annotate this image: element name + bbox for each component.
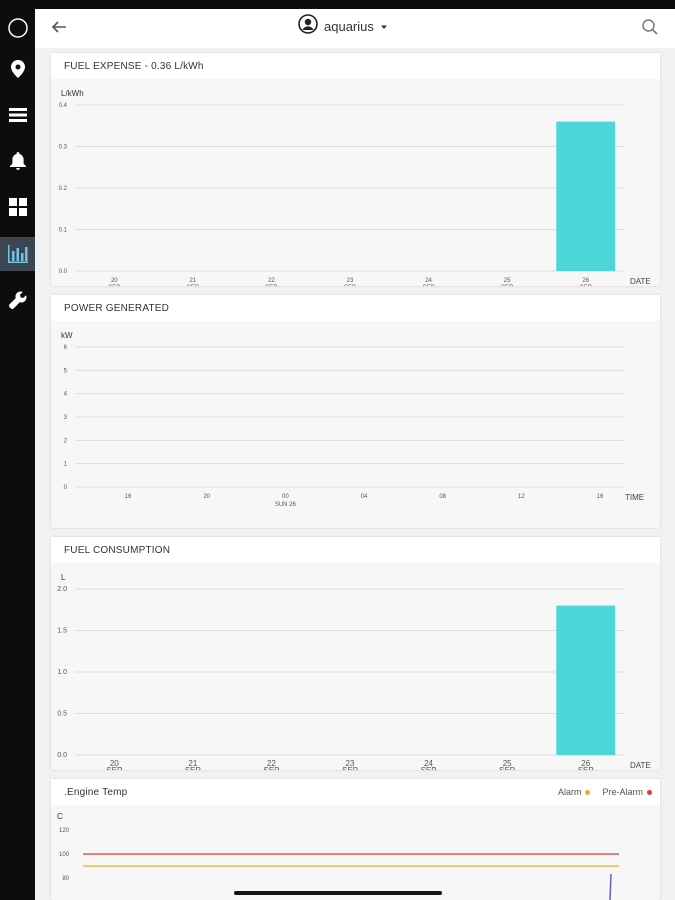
fuel-expense-chart: L/kWh0.00.10.20.30.420SEP21SEP22SEP23SEP… xyxy=(59,89,651,286)
fuel-consumption-title: FUEL CONSUMPTION xyxy=(51,537,660,563)
engine-temp-ytick: 80 xyxy=(62,876,69,882)
user-avatar-icon xyxy=(298,13,318,39)
bell-icon[interactable] xyxy=(0,144,35,178)
engine-temp-series-line xyxy=(609,873,612,900)
engine-temp-chart: C 80 100 120 xyxy=(57,812,619,900)
fuel-consumption-xtick-month: SEP xyxy=(342,766,358,770)
fuel-consumption-xtick-month: SEP xyxy=(578,766,594,770)
power-ytick: 5 xyxy=(64,368,68,374)
fuel-expense-card: FUEL EXPENSE - 0.36 L/kWh L/kWh 0.0 0.1 0.2… xyxy=(51,53,660,286)
engine-temp-card: .Engine Temp Alarm Pre-Alarm C 80 100 120 xyxy=(51,779,660,900)
fuel-expense-ytick: 0.4 xyxy=(59,103,68,109)
fuel-consumption-ytick: 1.0 xyxy=(57,669,67,676)
fuel-expense-xtick-month: SEP xyxy=(108,285,120,286)
fuel-expense-ytick: 0.3 xyxy=(59,145,68,151)
user-name: aquarius xyxy=(324,18,374,34)
power-xtick: 00 xyxy=(282,494,289,500)
sidebar xyxy=(0,0,35,900)
fuel-consumption-ytick: 2.0 xyxy=(57,586,67,593)
fuel-consumption-ytick: 1.5 xyxy=(57,628,67,635)
fuel-expense-xtick-day: 26 xyxy=(582,278,589,284)
logo-circle-icon[interactable] xyxy=(0,11,35,45)
fuel-consumption-xtick-month: SEP xyxy=(421,766,437,770)
power-xtick: 16 xyxy=(597,494,604,500)
home-indicator xyxy=(234,891,442,895)
fuel-consumption-card: FUEL CONSUMPTION L0.00.51.01.52.020SEP21… xyxy=(51,537,660,770)
power-xtick-sub: SUN 26 xyxy=(275,502,297,508)
fuel-expense-xtick-day: 22 xyxy=(268,278,275,284)
fuel-expense-xtick-month: SEP xyxy=(580,285,592,286)
power-ytick: 3 xyxy=(64,415,68,421)
fuel-expense-xtick-day: 21 xyxy=(190,278,197,284)
engine-temp-legend: Alarm Pre-Alarm xyxy=(558,787,652,797)
fuel-consumption-xlabel: DATE xyxy=(630,761,651,770)
fuel-expense-xtick-day: 24 xyxy=(425,278,432,284)
power-xtick: 16 xyxy=(125,494,132,500)
fuel-expense-ytick: 0.2 xyxy=(59,186,68,192)
fuel-expense-xtick-month: SEP xyxy=(344,285,356,286)
fuel-consumption-ytick: 0.0 xyxy=(57,752,67,759)
power-ytick: 6 xyxy=(64,345,68,351)
power-generated-chart: kW012345616 20 00SUN 2604 08 12 16 TIME xyxy=(61,331,644,508)
power-xtick: 08 xyxy=(439,494,446,500)
fuel-consumption-xtick-month: SEP xyxy=(106,766,122,770)
app-root: aquarius FUEL EXPENSE - 0.36 L/kWh L/kWh… xyxy=(0,0,675,900)
fuel-expense-bar xyxy=(556,121,616,271)
fuel-expense-ytick: 0.0 xyxy=(59,269,68,275)
power-xtick: 12 xyxy=(518,494,525,500)
caret-down-icon xyxy=(380,17,388,35)
power-ytick: 2 xyxy=(64,438,68,444)
fuel-consumption-xtick-month: SEP xyxy=(263,766,279,770)
fuel-expense-title: FUEL EXPENSE - 0.36 L/kWh xyxy=(51,53,660,79)
engine-temp-ytick: 120 xyxy=(59,828,70,834)
fuel-expense-xtick-day: 25 xyxy=(504,278,511,284)
fuel-expense-xtick-month: SEP xyxy=(423,285,435,286)
fuel-consumption-ylabel: L xyxy=(61,573,66,582)
legend-prealarm-label: Pre-Alarm xyxy=(602,787,643,797)
fuel-consumption-ytick: 0.5 xyxy=(57,711,67,718)
fuel-consumption-xtick-month: SEP xyxy=(185,766,201,770)
fuel-expense-xtick-month: SEP xyxy=(501,285,513,286)
power-xlabel: TIME xyxy=(625,493,644,502)
power-ylabel: kW xyxy=(61,331,73,340)
power-ytick: 0 xyxy=(64,485,68,491)
power-xtick: 20 xyxy=(203,494,210,500)
fuel-expense-xlabel: DATE xyxy=(630,277,651,286)
wrench-icon[interactable] xyxy=(0,283,35,317)
user-selector[interactable]: aquarius xyxy=(298,13,388,39)
fuel-expense-xtick-month: SEP xyxy=(265,285,277,286)
power-generated-title: POWER GENERATED xyxy=(51,295,660,321)
engine-temp-ytick: 100 xyxy=(59,852,70,858)
top-bar: aquarius xyxy=(35,0,675,48)
legend-prealarm-dot xyxy=(647,789,652,795)
list-icon[interactable] xyxy=(0,98,35,132)
search-icon[interactable] xyxy=(638,15,662,39)
bar-chart-icon[interactable] xyxy=(0,237,35,271)
back-arrow-icon[interactable] xyxy=(47,15,71,39)
power-generated-card: POWER GENERATED kW 0 1 2 3 4 5 6 16 20 00 SUN 26 04 0… xyxy=(51,295,660,528)
fuel-expense-xtick-day: 23 xyxy=(347,278,354,284)
fuel-expense-ylabel: L/kWh xyxy=(61,89,84,98)
power-ytick: 1 xyxy=(64,462,68,468)
fuel-consumption-xtick-month: SEP xyxy=(499,766,515,770)
fuel-consumption-bar xyxy=(556,605,616,755)
engine-temp-ylabel: C xyxy=(57,812,63,821)
legend-alarm-label: Alarm xyxy=(557,787,582,797)
fuel-consumption-chart: L0.00.51.01.52.020SEP21SEP22SEP23SEP24SE… xyxy=(57,573,651,770)
dashboard-grid-icon[interactable] xyxy=(0,190,35,224)
fuel-expense-xtick-month: SEP xyxy=(187,285,199,286)
fuel-expense-xtick-day: 20 xyxy=(111,278,118,284)
legend-alarm-dot xyxy=(585,789,591,795)
power-ytick: 4 xyxy=(64,392,68,398)
fuel-expense-ytick: 0.1 xyxy=(59,228,68,234)
power-xtick: 04 xyxy=(361,494,368,500)
map-pin-icon[interactable] xyxy=(0,52,35,86)
